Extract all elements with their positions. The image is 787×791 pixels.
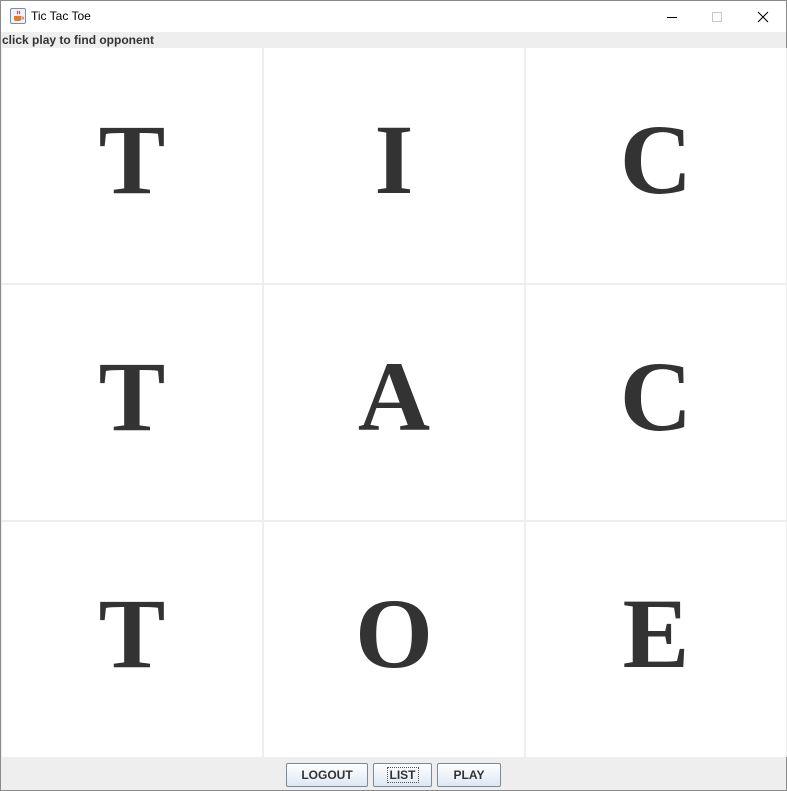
cell-mark: O	[355, 577, 433, 689]
button-panel: LOGOUT LIST PLAY	[1, 757, 786, 790]
cell-mark: E	[622, 577, 690, 689]
board-cell-5[interactable]: A	[264, 285, 524, 520]
list-button[interactable]: LIST	[373, 763, 432, 787]
status-label: click play to find opponent	[2, 33, 155, 47]
java-coffee-icon	[10, 8, 26, 24]
close-button[interactable]	[740, 1, 786, 32]
game-board: T I C T A C T O E	[1, 48, 787, 757]
cell-mark: C	[619, 103, 693, 215]
cell-mark: C	[619, 340, 693, 452]
cell-mark: T	[98, 103, 166, 215]
minimize-button[interactable]	[649, 1, 695, 32]
title-bar[interactable]: Tic Tac Toe	[1, 1, 786, 32]
board-cell-9[interactable]: E	[526, 522, 786, 757]
app-window: Tic Tac Toe click play to find opponent …	[0, 0, 787, 791]
cell-mark: T	[98, 340, 166, 452]
board-cell-3[interactable]: C	[526, 48, 786, 283]
cell-mark: I	[374, 103, 414, 215]
maximize-button[interactable]	[694, 1, 740, 32]
maximize-icon	[712, 11, 722, 22]
window-title: Tic Tac Toe	[31, 9, 91, 23]
play-button[interactable]: PLAY	[437, 763, 501, 787]
list-button-label: LIST	[386, 767, 419, 783]
logout-button[interactable]: LOGOUT	[286, 763, 368, 787]
cell-mark: A	[357, 340, 431, 452]
board-cell-7[interactable]: T	[2, 522, 262, 757]
board-cell-1[interactable]: T	[2, 48, 262, 283]
close-icon	[757, 11, 769, 22]
board-cell-8[interactable]: O	[264, 522, 524, 757]
status-bar: click play to find opponent	[1, 32, 786, 48]
board-cell-4[interactable]: T	[2, 285, 262, 520]
board-cell-2[interactable]: I	[264, 48, 524, 283]
cell-mark: T	[98, 577, 166, 689]
minimize-icon	[667, 16, 677, 18]
board-cell-6[interactable]: C	[526, 285, 786, 520]
